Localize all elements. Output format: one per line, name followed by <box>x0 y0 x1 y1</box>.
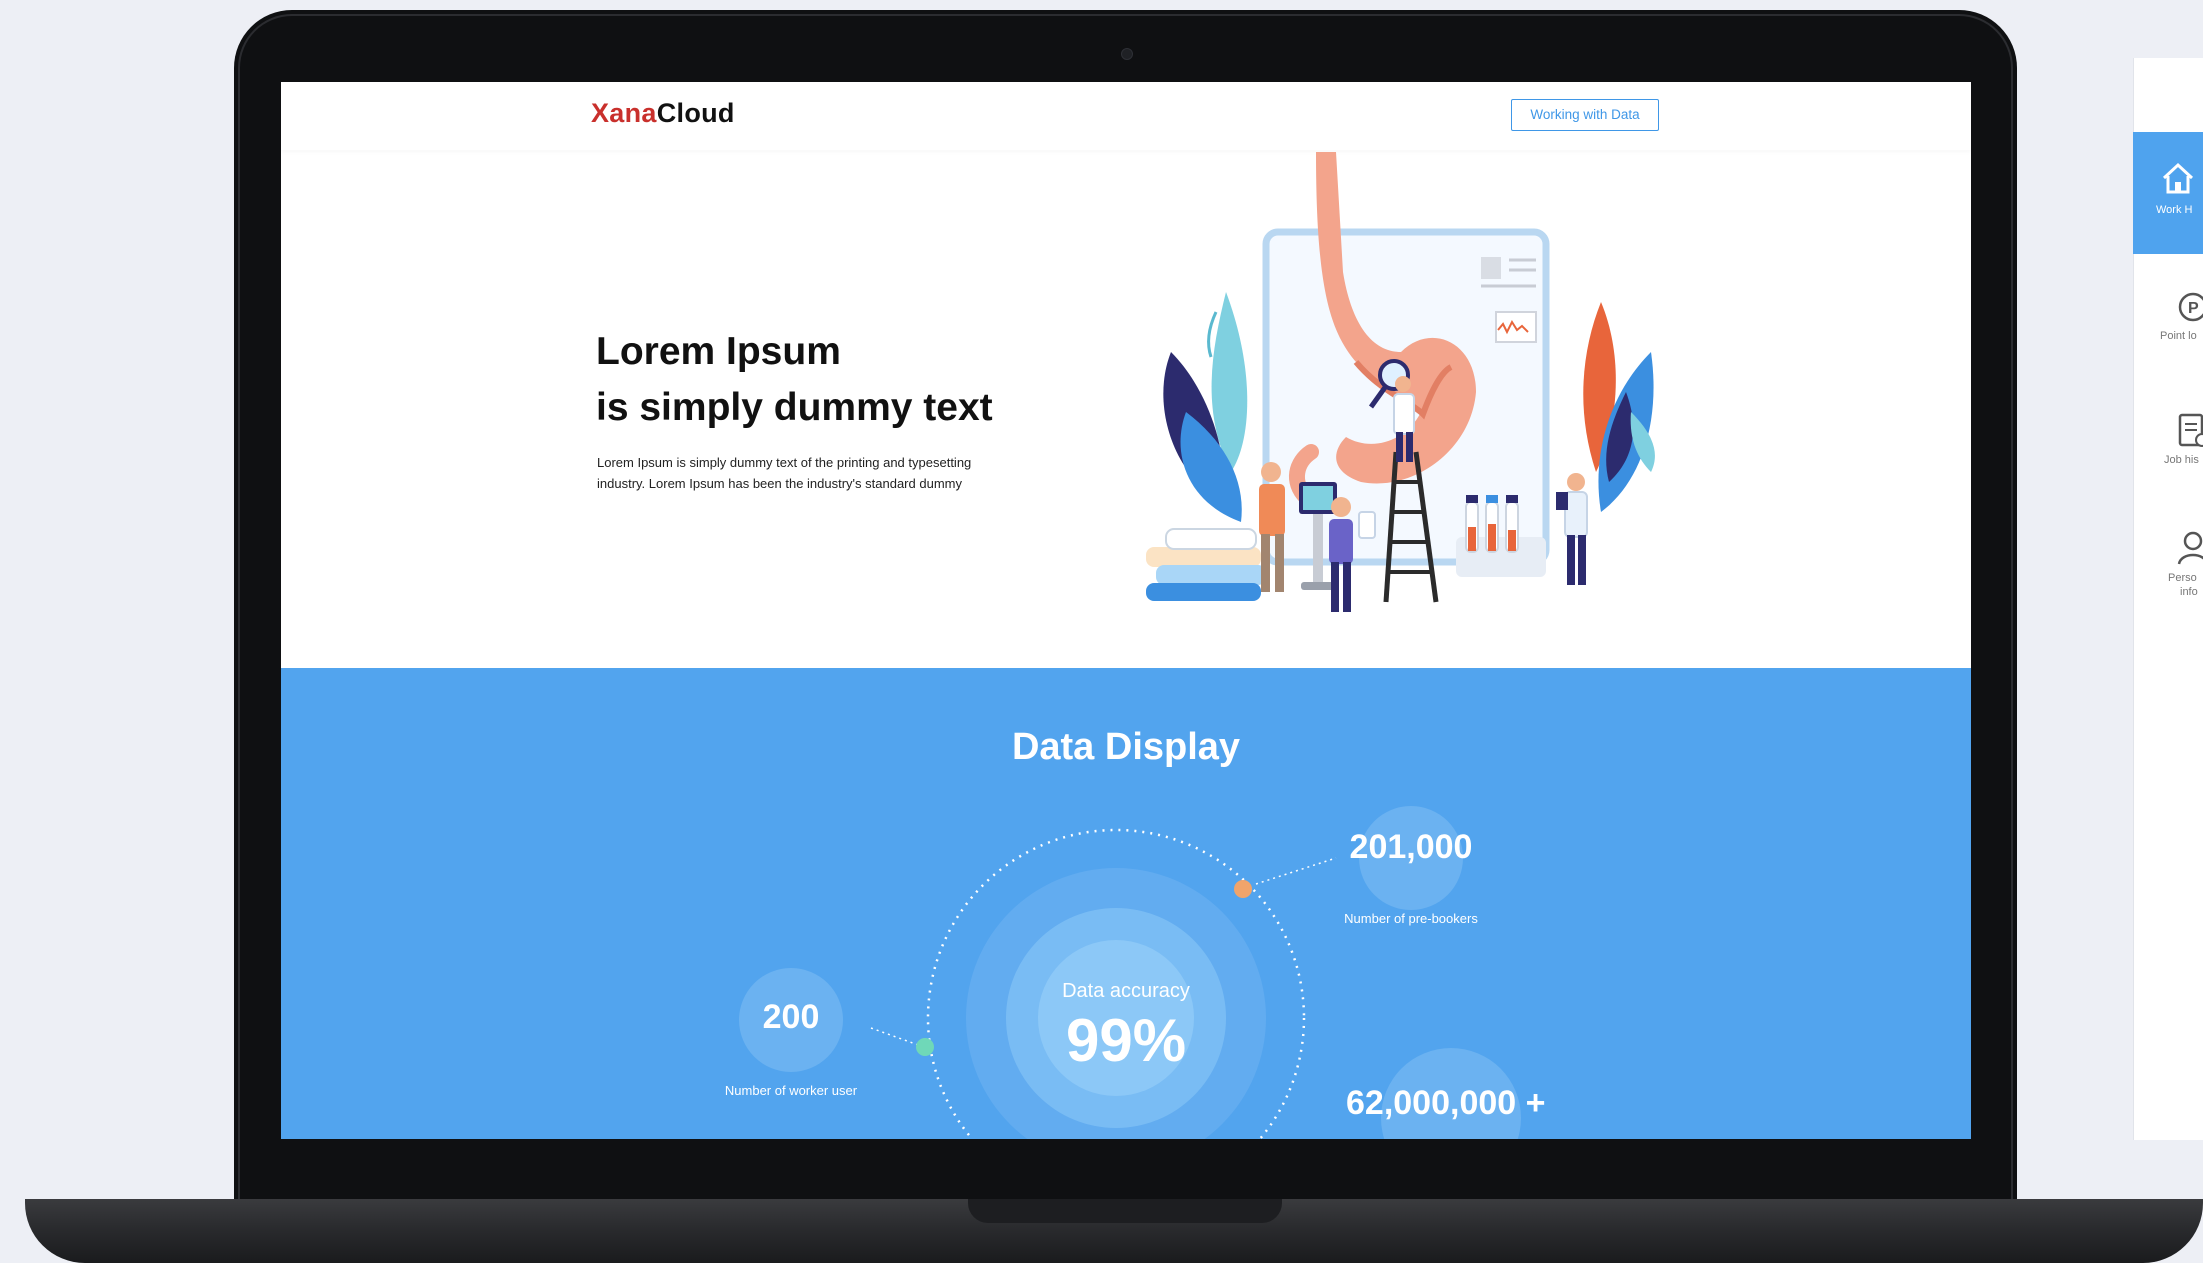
side-nav-item-job-history[interactable]: Job his <box>2164 412 2203 466</box>
side-nav-label-personal: Perso <box>2168 572 2197 584</box>
logo[interactable]: XanaCloud <box>591 98 735 129</box>
stat-pre-bookers-value: 201,000 <box>1349 828 1473 866</box>
leaves-left <box>1163 292 1248 522</box>
person-icon <box>2177 531 2203 565</box>
logo-prefix: Xana <box>591 98 657 128</box>
point-icon: P <box>2178 292 2203 322</box>
document-icon <box>2178 413 2203 447</box>
stat-worker-users-label: Number of worker user <box>724 1083 858 1098</box>
website-screen: XanaCloud Working with Data Lorem Ipsum … <box>281 82 1971 1139</box>
person-right <box>1556 473 1588 585</box>
hero-title-line2: is simply dummy text <box>596 386 993 429</box>
side-nav-item-point[interactable]: P Point lo <box>2160 290 2203 342</box>
green-dot <box>916 1038 934 1056</box>
side-nav-label-job-history: Job his <box>2164 454 2199 466</box>
orange-dot <box>1234 880 1252 898</box>
medical-illustration <box>1146 152 1655 612</box>
connector-200 <box>870 1027 922 1047</box>
accuracy-label: Data accuracy <box>1062 980 1190 1002</box>
laptop-notch <box>968 1199 1282 1223</box>
svg-text:P: P <box>2188 300 2199 317</box>
side-nav-label-work: Work H <box>2156 204 2193 216</box>
home-icon <box>2162 162 2194 194</box>
side-nav-item-work[interactable]: Work H <box>2156 160 2196 216</box>
accuracy-value: 99% <box>1065 1007 1187 1074</box>
hero-title: Lorem Ipsum is simply dummy text <box>596 324 1116 436</box>
stat-worker-users-value: 200 <box>762 998 820 1036</box>
leaves-right <box>1583 302 1655 512</box>
stat-pre-bookers-label: Number of pre-bookers <box>1344 911 1478 926</box>
side-nav-item-personal-info[interactable]: Perso info <box>2168 530 2203 598</box>
hero-body: Lorem Ipsum is simply dummy text of the … <box>597 455 972 491</box>
camera-icon <box>1121 48 1133 60</box>
side-nav-label-personal-line2: info <box>2180 586 2198 598</box>
books <box>1146 528 1266 601</box>
stat-total-value: 62,000,000 + <box>1346 1084 1546 1122</box>
side-nav-label-point: Point lo <box>2160 330 2197 342</box>
site-header: XanaCloud Working with Data <box>281 82 1971 150</box>
data-display-section: Data Display 200 Number of worker user 2… <box>281 668 1971 1139</box>
data-display-title: Data Display <box>1011 726 1241 768</box>
hero-title-line1: Lorem Ipsum <box>596 330 841 373</box>
logo-suffix: Cloud <box>656 98 735 128</box>
working-with-data-button[interactable]: Working with Data <box>1511 99 1659 131</box>
